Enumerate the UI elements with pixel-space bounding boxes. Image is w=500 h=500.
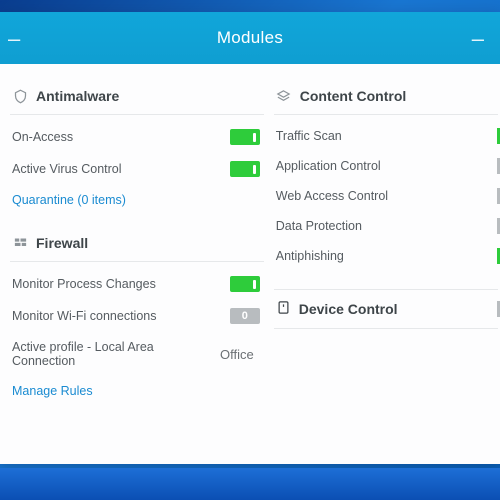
antimalware-section: Antimalware On-Access Active Virus Contr… — [10, 82, 264, 215]
row-label: On-Access — [12, 130, 230, 144]
titlebar: – Modules – — [0, 12, 500, 64]
toggle-off[interactable] — [230, 308, 260, 324]
row-label: Web Access Control — [276, 189, 494, 203]
quarantine-link[interactable]: Quarantine (0 items) — [10, 185, 264, 215]
toggle-on[interactable] — [230, 161, 260, 177]
taskbar — [0, 468, 500, 500]
toggle-on[interactable] — [230, 129, 260, 145]
app-window: – Modules – Antimalware On-Access Active… — [0, 12, 500, 464]
firewall-header: Firewall — [10, 229, 264, 262]
cc-row: Data Protection — [274, 211, 498, 241]
row-label: Monitor Process Changes — [12, 277, 230, 291]
cc-row: Web Access Control — [274, 181, 498, 211]
manage-rules-link[interactable]: Manage Rules — [10, 376, 264, 406]
profile-value[interactable]: Office — [214, 345, 260, 364]
antimalware-title: Antimalware — [36, 88, 119, 104]
left-column: Antimalware On-Access Active Virus Contr… — [10, 82, 264, 442]
cc-row: Traffic Scan — [274, 121, 498, 151]
cc-row: Application Control — [274, 151, 498, 181]
device-control-title: Device Control — [299, 301, 398, 317]
content-area: Antimalware On-Access Active Virus Contr… — [0, 64, 500, 464]
layers-icon — [276, 88, 292, 104]
content-control-section: Content Control Traffic Scan Application… — [274, 82, 498, 271]
firewall-icon — [12, 235, 28, 251]
antimalware-header: Antimalware — [10, 82, 264, 115]
minimize-icon[interactable]: – — [472, 26, 484, 52]
content-control-title: Content Control — [300, 88, 407, 104]
firewall-row: Monitor Wi-Fi connections — [10, 300, 264, 332]
row-label: Monitor Wi-Fi connections — [12, 309, 230, 323]
shield-icon — [12, 88, 28, 104]
right-column: Content Control Traffic Scan Application… — [274, 82, 498, 442]
window-title: Modules — [217, 28, 283, 48]
row-label: Antiphishing — [276, 249, 494, 263]
firewall-title: Firewall — [36, 235, 88, 251]
firewall-row: Monitor Process Changes — [10, 268, 264, 300]
device-icon — [276, 300, 291, 318]
cc-row: Antiphishing — [274, 241, 498, 271]
firewall-section: Firewall Monitor Process Changes Monitor… — [10, 229, 264, 406]
profile-label: Active profile - Local Area Connection — [12, 340, 214, 368]
content-control-header: Content Control — [274, 82, 498, 115]
firewall-profile-row: Active profile - Local Area Connection O… — [10, 332, 264, 376]
row-label: Traffic Scan — [276, 129, 494, 143]
row-label: Active Virus Control — [12, 162, 230, 176]
row-label: Application Control — [276, 159, 494, 173]
toggle-on[interactable] — [230, 276, 260, 292]
device-control-header[interactable]: Device Control — [274, 289, 498, 329]
left-dash-icon[interactable]: – — [8, 26, 20, 52]
antimalware-row: Active Virus Control — [10, 153, 264, 185]
antimalware-row: On-Access — [10, 121, 264, 153]
row-label: Data Protection — [276, 219, 494, 233]
